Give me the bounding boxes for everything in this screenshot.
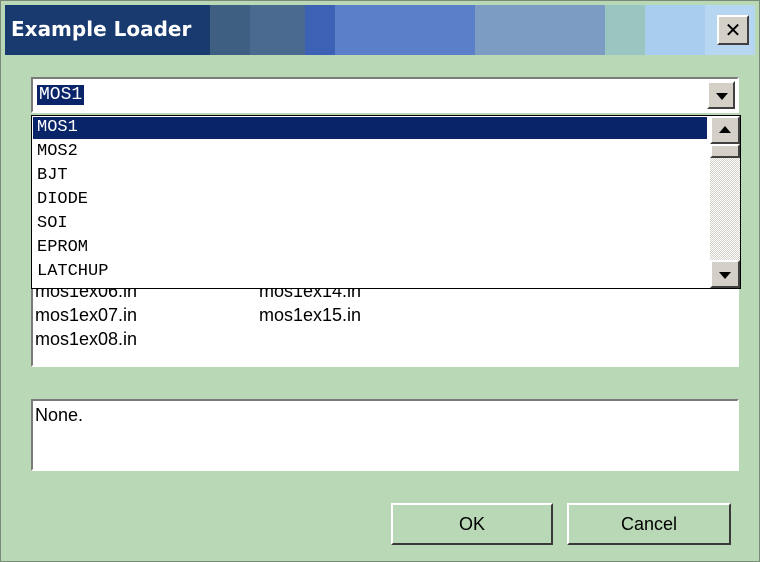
category-dropdown-list[interactable]: MOS1 MOS2 BJT DIODE SOI EPROM LATCHUP: [31, 115, 741, 289]
ok-button[interactable]: OK: [391, 503, 553, 545]
ok-button-label: OK: [458, 513, 485, 534]
category-combobox[interactable]: MOS1: [31, 77, 739, 113]
combobox-dropdown-button[interactable]: [707, 81, 735, 109]
dropdown-item-eprom[interactable]: EPROM: [33, 237, 707, 259]
dropdown-item-bjt[interactable]: BJT: [33, 165, 707, 187]
arrow-up-icon: [719, 126, 731, 133]
cancel-button[interactable]: Cancel: [567, 503, 731, 545]
example-loader-dialog: Example Loader ✕ MOS1 mos1ex06.in mos1ex…: [0, 0, 760, 562]
file-item[interactable]: mos1ex07.in: [35, 303, 137, 327]
dropdown-item-mos1[interactable]: MOS1: [33, 117, 707, 139]
cancel-button-label: Cancel: [620, 513, 678, 534]
scroll-up-button[interactable]: [710, 116, 740, 144]
file-item[interactable]: mos1ex15.in: [259, 303, 361, 327]
example-file-list[interactable]: mos1ex06.in mos1ex07.in mos1ex08.in mos1…: [31, 283, 739, 367]
dropdown-item-soi[interactable]: SOI: [33, 213, 707, 235]
chevron-down-icon: [716, 93, 728, 100]
scrollbar-thumb[interactable]: [710, 144, 740, 158]
file-column-1: mos1ex06.in mos1ex07.in mos1ex08.in: [35, 285, 137, 351]
file-column-2: mos1ex14.in mos1ex15.in: [259, 285, 361, 327]
title-bar[interactable]: Example Loader ✕: [5, 5, 755, 55]
dropdown-item-latchup[interactable]: LATCHUP: [33, 261, 707, 283]
dropdown-item-mos2[interactable]: MOS2: [33, 141, 707, 163]
dropdown-scrollbar[interactable]: [710, 116, 740, 288]
dropdown-item-diode[interactable]: DIODE: [33, 189, 707, 211]
arrow-down-icon: [719, 272, 731, 279]
description-box: None.: [31, 399, 739, 471]
combobox-selected-value: MOS1: [37, 85, 85, 105]
description-text: None.: [35, 405, 84, 425]
window-title: Example Loader: [11, 17, 192, 41]
close-button[interactable]: ✕: [717, 15, 749, 45]
file-item[interactable]: mos1ex08.in: [35, 327, 137, 351]
close-icon: ✕: [724, 18, 742, 42]
scroll-down-button[interactable]: [710, 260, 740, 288]
